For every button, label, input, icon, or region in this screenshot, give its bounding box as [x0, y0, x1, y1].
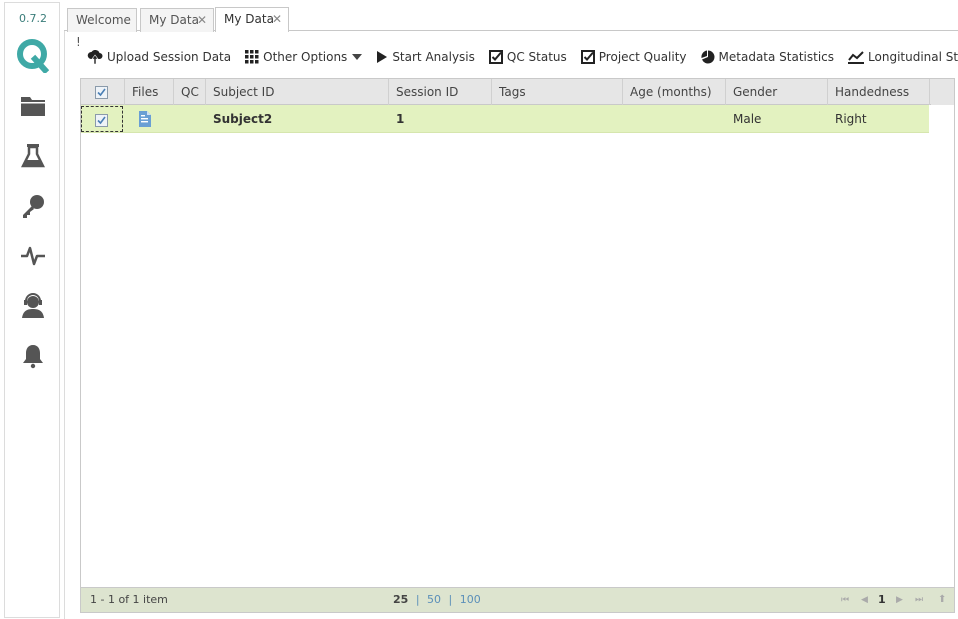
column-header-gender[interactable]: Gender [726, 79, 828, 105]
tab-welcome[interactable]: Welcome ! [67, 8, 137, 49]
project-quality-label: Project Quality [598, 50, 687, 64]
page-size-option[interactable]: 25 [393, 593, 408, 606]
tab-my-data-1[interactable]: My Data ✕ [140, 8, 214, 32]
main-panel: Upload Session Data Other Options Start … [64, 31, 958, 619]
column-header-subject-id[interactable]: Subject ID [206, 79, 389, 105]
separator: | [448, 593, 453, 606]
grid-icon [245, 50, 259, 64]
other-options-dropdown[interactable]: Other Options [239, 45, 368, 69]
support-person-icon[interactable] [19, 292, 47, 320]
flask-icon[interactable] [19, 142, 47, 170]
cell-session-id: 1 [396, 112, 405, 126]
line-chart-icon [848, 51, 865, 64]
app-version: 0.7.2 [19, 12, 47, 25]
sidebar: 0.7.2 [4, 2, 60, 618]
qc-status-label: QC Status [506, 50, 567, 64]
column-header-qc[interactable]: QC [174, 79, 206, 105]
column-header-session-id[interactable]: Session ID [389, 79, 492, 105]
qc-status-button[interactable]: QC Status [483, 45, 573, 69]
cell-gender: Male [733, 112, 762, 126]
cloud-upload-icon [87, 50, 103, 64]
header-scroll-spacer [931, 79, 954, 105]
cell-handedness: Right [835, 112, 867, 126]
next-page-icon[interactable]: ▶ [896, 588, 903, 612]
pulse-icon[interactable] [19, 242, 47, 270]
column-header-handedness[interactable]: Handedness [828, 79, 930, 105]
grid-header: Files QC Subject ID Session ID Tags Age … [81, 79, 954, 105]
folder-icon[interactable] [19, 92, 47, 120]
app-logo-icon[interactable] [17, 39, 50, 75]
prev-page-icon[interactable]: ◀ [861, 588, 868, 612]
close-icon[interactable]: ✕ [197, 9, 207, 31]
play-icon [377, 51, 388, 63]
checkbox-icon [580, 50, 595, 64]
toolbar: Upload Session Data Other Options Start … [81, 41, 958, 73]
checkbox-icon [488, 50, 503, 64]
bell-icon[interactable] [19, 342, 47, 370]
select-all-checkbox[interactable] [81, 79, 125, 105]
table-row[interactable]: Subject2 1 Male Right [81, 105, 929, 133]
page-size-option[interactable]: 100 [460, 593, 481, 606]
grid-pager: 1 - 1 of 1 item 25 | 50 | 100 ⏮ ◀ 1 ▶ ⏭ … [81, 587, 954, 612]
start-analysis-label: Start Analysis [392, 50, 475, 64]
close-icon[interactable]: ✕ [272, 8, 282, 30]
caret-down-icon [352, 54, 363, 60]
metadata-statistics-label: Metadata Statistics [718, 50, 835, 64]
longitudinal-statistics-label: Longitudinal Statist [868, 50, 958, 64]
page-size-selector: 25 | 50 | 100 [393, 588, 481, 612]
upload-session-data-button[interactable]: Upload Session Data [81, 45, 237, 69]
column-header-tags[interactable]: Tags [492, 79, 623, 105]
first-page-icon[interactable]: ⏮ [841, 588, 849, 612]
longitudinal-statistics-button[interactable]: Longitudinal Statist [842, 45, 958, 69]
data-grid: Files QC Subject ID Session ID Tags Age … [80, 78, 955, 613]
tab-my-data-2[interactable]: My Data ✕ [215, 7, 289, 32]
refresh-icon[interactable]: ⬆ [938, 588, 946, 612]
row-checkbox-cell[interactable] [81, 106, 123, 132]
tab-label: My Data [224, 12, 274, 26]
checkbox[interactable] [95, 86, 108, 99]
tab-bar: Welcome ! My Data ✕ My Data ✕ [64, 6, 958, 49]
pager-summary: 1 - 1 of 1 item [90, 593, 168, 606]
current-page[interactable]: 1 [878, 588, 886, 612]
cell-tags [492, 105, 623, 133]
upload-label: Upload Session Data [107, 50, 232, 64]
checkbox[interactable] [95, 114, 108, 127]
tab-label: My Data [149, 13, 199, 27]
last-page-icon[interactable]: ⏭ [915, 588, 923, 612]
cell-age [623, 105, 726, 133]
file-icon[interactable] [131, 105, 171, 133]
column-header-files[interactable]: Files [125, 79, 174, 105]
metadata-statistics-button[interactable]: Metadata Statistics [695, 45, 841, 69]
other-options-label: Other Options [263, 50, 348, 64]
column-header-age[interactable]: Age (months) [623, 79, 726, 105]
start-analysis-button[interactable]: Start Analysis [370, 45, 481, 69]
key-icon[interactable] [19, 192, 47, 220]
separator: | [415, 593, 420, 606]
project-quality-button[interactable]: Project Quality [575, 45, 693, 69]
page-size-option[interactable]: 50 [427, 593, 441, 606]
pie-chart-icon [700, 50, 715, 64]
cell-subject-id: Subject2 [213, 112, 273, 126]
